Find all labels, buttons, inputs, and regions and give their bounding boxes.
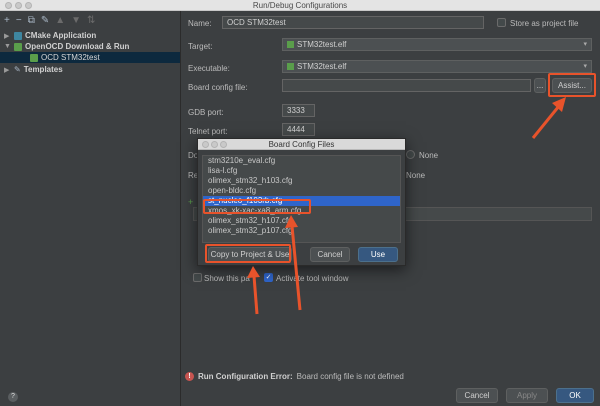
ok-button[interactable]: OK bbox=[556, 388, 594, 403]
run-configuration-error: ! Run Configuration Error: Board config … bbox=[185, 372, 404, 381]
help-button[interactable]: ? bbox=[8, 392, 18, 402]
arrow-to-copy-button-icon bbox=[247, 266, 260, 315]
error-title: Run Configuration Error: bbox=[198, 372, 293, 381]
error-message: Board config file is not defined bbox=[296, 372, 404, 381]
error-icon: ! bbox=[185, 372, 194, 381]
apply-button[interactable]: Apply bbox=[506, 388, 548, 403]
annotation-arrows bbox=[247, 97, 566, 315]
arrow-to-selected-item-icon bbox=[285, 215, 302, 311]
cancel-button[interactable]: Cancel bbox=[456, 388, 498, 403]
arrow-to-assist-icon bbox=[531, 97, 566, 139]
